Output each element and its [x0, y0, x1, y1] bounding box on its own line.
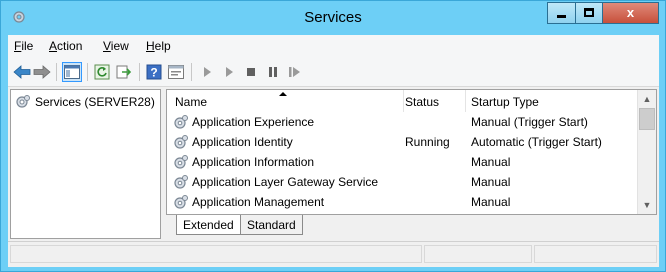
services-gear-icon: [16, 95, 30, 108]
help-button[interactable]: ?: [144, 62, 164, 82]
export-list-icon: [116, 65, 132, 79]
column-divider[interactable]: [465, 90, 466, 112]
tree-item-services-local[interactable]: Services (SERVER28): [15, 94, 155, 110]
service-gear-icon: [174, 135, 188, 149]
minimize-button[interactable]: [547, 2, 575, 24]
restart-service-button[interactable]: [285, 62, 305, 82]
pause-service-button[interactable]: [263, 62, 283, 82]
service-name: Application Identity: [192, 135, 293, 149]
toolbar-separator: [191, 63, 192, 81]
service-status: Running: [405, 135, 450, 149]
menu-action[interactable]: Action: [49, 39, 82, 53]
menu-help[interactable]: Help: [146, 39, 171, 53]
service-name: Application Experience: [192, 115, 315, 129]
view-tabs: Extended Standard: [166, 215, 657, 237]
services-list: Name Status Startup Type Application Exp…: [166, 89, 657, 215]
menu-action-accel: A: [49, 39, 58, 53]
menu-file[interactable]: File: [14, 39, 33, 53]
status-panel: [424, 245, 532, 263]
start-service-button[interactable]: [197, 62, 217, 82]
tree-item-label: Services (SERVER28): [35, 95, 155, 109]
back-button[interactable]: [12, 62, 32, 82]
show-hide-tree-button[interactable]: [62, 62, 82, 82]
status-panel: [10, 245, 422, 263]
service-gear-icon: [174, 115, 188, 129]
help-icon: ?: [146, 64, 162, 80]
maximize-icon: [584, 8, 594, 17]
service-name: Application Management: [192, 195, 325, 209]
pause-service-icon: [269, 67, 277, 77]
toolbar-separator: [56, 63, 57, 81]
menu-help-accel: H: [146, 39, 155, 53]
menu-view[interactable]: View: [103, 39, 129, 53]
service-gear-icon: [174, 155, 188, 169]
menu-view-accel: V: [103, 39, 111, 53]
forward-arrow-icon: [33, 65, 51, 79]
column-header-name[interactable]: Name: [175, 95, 207, 109]
scroll-up-icon[interactable]: ▲: [638, 90, 656, 107]
menu-bar: File Action View Help: [8, 35, 659, 57]
table-row[interactable]: Application Layer Gateway Service Manual: [167, 172, 637, 192]
stop-service-button[interactable]: [241, 62, 261, 82]
maximize-button[interactable]: [575, 2, 603, 24]
toolbar-separator: [139, 63, 140, 81]
properties-icon: [168, 65, 184, 79]
show-hide-tree-icon: [64, 65, 80, 79]
column-header-status[interactable]: Status: [405, 95, 439, 109]
client-area: File Action View Help ? Services (SERVER…: [8, 35, 659, 267]
status-panel: [534, 245, 657, 263]
menu-action-rest: ction: [57, 39, 83, 53]
services-window: Services x File Action View Help ? Servi…: [0, 0, 666, 272]
restart-service-icon: [289, 67, 300, 77]
export-list-button[interactable]: [114, 62, 134, 82]
start-service-icon: [204, 67, 211, 77]
forward-button[interactable]: [32, 62, 52, 82]
service-startup-type: Automatic (Trigger Start): [471, 135, 602, 149]
refresh-button[interactable]: [92, 62, 112, 82]
service-gear-icon: [174, 195, 188, 209]
table-row[interactable]: Application Identity Running Automatic (…: [167, 132, 637, 152]
toolbar: ?: [8, 57, 659, 87]
start-service-alt-icon: [226, 67, 233, 77]
refresh-icon: [94, 64, 110, 80]
svg-text:?: ?: [150, 66, 157, 80]
menu-file-rest: ile: [21, 39, 34, 53]
console-tree[interactable]: Services (SERVER28): [10, 89, 161, 239]
toolbar-separator: [87, 63, 88, 81]
list-header: Name Status Startup Type: [167, 90, 637, 112]
close-button[interactable]: x: [603, 2, 659, 24]
table-row[interactable]: Application Experience Manual (Trigger S…: [167, 112, 637, 132]
service-gear-icon: [174, 175, 188, 189]
minimize-icon: [557, 15, 566, 18]
menu-view-rest: iew: [110, 39, 129, 53]
start-service-alt-button[interactable]: [219, 62, 239, 82]
back-arrow-icon: [13, 65, 31, 79]
table-row[interactable]: Application Management Manual: [167, 192, 637, 212]
service-name: Application Information: [192, 155, 315, 169]
menu-help-rest: elp: [154, 39, 171, 53]
service-name: Application Layer Gateway Service: [192, 175, 379, 189]
service-startup-type: Manual: [471, 175, 511, 189]
scroll-thumb[interactable]: [639, 108, 655, 130]
stop-service-icon: [247, 68, 255, 76]
service-startup-type: Manual: [471, 195, 511, 209]
tab-extended[interactable]: Extended: [176, 215, 241, 235]
column-header-startup-type[interactable]: Startup Type: [471, 95, 539, 109]
service-startup-type: Manual: [471, 155, 511, 169]
status-bar: [8, 241, 659, 265]
table-row[interactable]: Application Information Manual: [167, 152, 637, 172]
vertical-scrollbar[interactable]: ▲ ▼: [637, 90, 656, 214]
title-bar[interactable]: Services x: [1, 1, 665, 35]
properties-button[interactable]: [166, 62, 186, 82]
column-divider[interactable]: [403, 90, 404, 112]
sort-ascending-icon: [279, 92, 287, 96]
close-icon: x: [626, 5, 635, 20]
service-startup-type: Manual (Trigger Start): [471, 115, 588, 129]
scroll-down-icon[interactable]: ▼: [638, 196, 656, 213]
tab-standard[interactable]: Standard: [240, 215, 303, 235]
